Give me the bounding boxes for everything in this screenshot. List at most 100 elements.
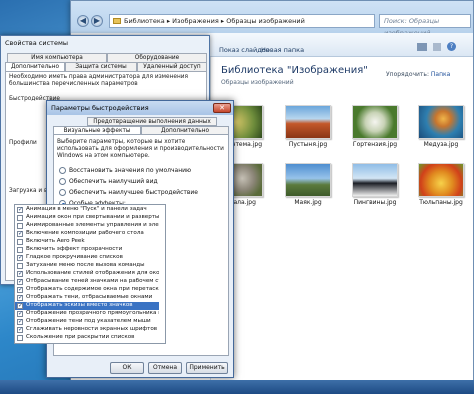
breadcrumb-0[interactable]: Библиотека [124, 17, 165, 25]
effect-item[interactable]: Отображение тени под указателем мыши [15, 318, 159, 326]
checkbox[interactable] [17, 215, 23, 221]
ok-button[interactable]: ОК [110, 362, 144, 374]
help-icon[interactable]: ? [447, 42, 456, 51]
thumb-lighthouse[interactable] [285, 163, 331, 197]
effect-label: Отбрасывание теней значками на рабочем с… [26, 278, 159, 284]
breadcrumb-2[interactable]: Образцы изображений [226, 17, 305, 25]
effect-item[interactable]: Гладкое прокручивание списков [15, 254, 159, 262]
arrange-value[interactable]: Папка [431, 71, 450, 78]
thumb-desert[interactable] [285, 105, 331, 139]
checkbox[interactable] [17, 335, 23, 341]
tab-hardware[interactable]: Оборудование [107, 53, 207, 62]
effect-label: Анимированные элементы управления и элем… [26, 222, 159, 228]
checkbox[interactable] [17, 247, 23, 253]
checkbox[interactable] [17, 206, 23, 214]
effect-label: Включение композиции рабочего стола [26, 230, 144, 236]
effect-item[interactable]: Отображать содержимое окна при перетаски… [15, 286, 159, 294]
checkbox[interactable] [17, 239, 23, 245]
effect-label: Отображение тени под указателем мыши [26, 318, 151, 324]
dialog-title: Свойства системы [5, 39, 69, 47]
effect-item[interactable]: Отображение прозрачного прямоугольника в… [15, 310, 159, 318]
effect-label: Включить Aero Peek [26, 238, 85, 244]
thumb-caption: Маяк.jpg [294, 199, 322, 206]
effect-item[interactable]: Отображать эскизы вместо значков [15, 302, 159, 310]
thumb-caption: Тюльпаны.jpg [419, 199, 463, 206]
checkbox[interactable] [17, 230, 23, 238]
effect-item[interactable]: Использование стилей отображения для око… [15, 270, 159, 278]
radio-default[interactable] [59, 167, 66, 174]
checkbox[interactable] [17, 302, 23, 310]
effect-item[interactable]: Скольжение при раскрытии списков [15, 334, 159, 342]
thumb-tulips[interactable] [418, 163, 464, 197]
checkbox[interactable] [17, 254, 23, 262]
thumb-penguins[interactable] [352, 163, 398, 197]
checkbox[interactable] [17, 326, 23, 334]
search-input[interactable]: Поиск: Образцы изображений [379, 14, 471, 37]
library-title: Библиотека "Изображения" [221, 65, 368, 76]
list-scrollbar[interactable] [165, 205, 166, 343]
tab-advanced[interactable]: Дополнительно [5, 62, 65, 71]
effect-item[interactable]: Включение композиции рабочего стола [15, 230, 159, 238]
radio-best-performance[interactable] [59, 189, 66, 196]
effect-item[interactable]: Затухание меню после вызова команды [15, 262, 159, 270]
folder-icon [113, 18, 121, 24]
checkbox[interactable] [17, 286, 23, 294]
apply-button[interactable]: Применить [186, 362, 228, 374]
effect-label: Отображать содержимое окна при перетаски… [26, 286, 159, 292]
thumb-caption: Медуза.jpg [423, 141, 459, 148]
effects-description: Выберите параметры, которые вы хотите ис… [57, 139, 224, 159]
effect-label: Использование стилей отображения для око… [26, 270, 159, 276]
preview-pane-icon[interactable] [433, 43, 441, 51]
arrange-by[interactable]: Упорядочить: Папка [386, 71, 450, 78]
taskbar [0, 380, 474, 394]
effect-item[interactable]: Включить эффект прозрачности [15, 246, 159, 254]
effect-label: Затухание меню после вызова команды [26, 262, 145, 268]
effect-item[interactable]: Анимированные элементы управления и элем… [15, 222, 159, 230]
arrange-label: Упорядочить: [386, 71, 429, 78]
effects-list[interactable]: Анимация в меню "Пуск" и панели задач Ани… [14, 204, 166, 344]
checkbox[interactable] [17, 278, 23, 286]
effect-item[interactable]: Включить Aero Peek [15, 238, 159, 246]
radio-best-appearance[interactable] [59, 178, 66, 185]
effect-label: Гладкое прокручивание списков [26, 254, 123, 260]
effect-item[interactable]: Отбрасывание теней значками на рабочем с… [15, 278, 159, 286]
tab-data-execution-prevention[interactable]: Предотвращение выполнения данных [87, 117, 217, 126]
effect-label: Отображение прозрачного прямоугольника в… [26, 310, 159, 316]
checkbox[interactable] [17, 263, 23, 269]
checkbox[interactable] [17, 294, 23, 302]
checkbox[interactable] [17, 223, 23, 229]
thumb-caption: Пингвины.jpg [353, 199, 397, 206]
checkbox[interactable] [17, 310, 23, 318]
address-bar[interactable]: Библиотека ▸ Изображения ▸ Образцы изобр… [109, 14, 375, 28]
close-button[interactable]: ✕ [213, 103, 231, 113]
tab-remote[interactable]: Удаленный доступ [137, 62, 207, 71]
thumb-caption: Гортензия.jpg [352, 141, 398, 148]
effect-item[interactable]: Отображать тени, отбрасываемые окнами [15, 294, 159, 302]
section-profiles: Профили [9, 140, 37, 146]
back-button[interactable]: ◀ [77, 15, 89, 27]
tab-computer-name[interactable]: Имя компьютера [7, 53, 107, 62]
checkbox[interactable] [17, 270, 23, 278]
radio-best-performance-label: Обеспечить наилучшее быстродействие [69, 189, 198, 196]
effect-item[interactable]: Сглаживать неровности экранных шрифтов [15, 326, 159, 334]
effect-label: Сглаживать неровности экранных шрифтов [26, 326, 158, 332]
effect-label: Анимация в меню "Пуск" и панели задач [26, 206, 147, 212]
thumb-jellyfish[interactable] [418, 105, 464, 139]
tab-system-protection[interactable]: Защита системы [65, 62, 137, 71]
radio-default-label: Восстановить значения по умолчанию [69, 167, 192, 174]
effect-item[interactable]: Анимация в меню "Пуск" и панели задач [15, 206, 159, 214]
checkbox[interactable] [17, 318, 23, 326]
effect-item[interactable]: Анимация окон при свертывании и разверты… [15, 214, 159, 222]
library-subtitle: Образцы изображений [221, 79, 294, 86]
effect-label: Отображать эскизы вместо значков [26, 302, 133, 308]
new-folder-button[interactable]: Новая папка [261, 46, 304, 54]
cancel-button[interactable]: Отмена [148, 362, 182, 374]
view-icon[interactable] [417, 43, 427, 51]
effect-label: Включить эффект прозрачности [26, 246, 123, 252]
dialog-title: Параметры быстродействия [51, 104, 149, 112]
thumb-hydrangea[interactable] [352, 105, 398, 139]
breadcrumb-1[interactable]: Изображения [172, 17, 219, 25]
admin-note: Необходимо иметь права администратора дл… [9, 74, 189, 87]
forward-button[interactable]: ▶ [91, 15, 103, 27]
effect-label: Анимация окон при свертывании и разверты… [26, 214, 159, 220]
